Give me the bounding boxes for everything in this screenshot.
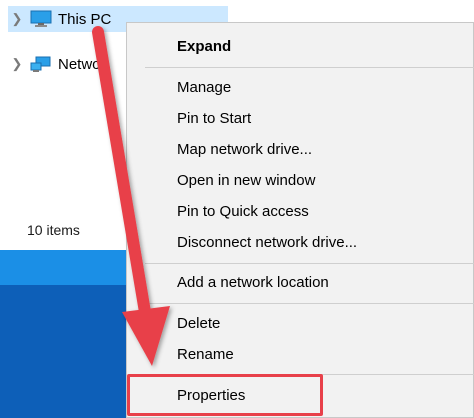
menu-item-expand[interactable]: Expand	[177, 38, 231, 55]
chevron-right-icon[interactable]: ❯	[8, 11, 26, 27]
desktop-background-shade	[0, 285, 140, 418]
menu-item-open-in-new-window[interactable]: Open in new window	[177, 172, 315, 189]
menu-separator	[145, 303, 474, 304]
computer-icon	[30, 10, 52, 27]
menu-item-map-network-drive[interactable]: Map network drive...	[177, 141, 312, 158]
nav-item-network[interactable]: ❯ Netwo	[8, 51, 101, 77]
menu-item-pin-to-start[interactable]: Pin to Start	[177, 110, 251, 127]
menu-item-add-network-location[interactable]: Add a network location	[177, 274, 329, 291]
nav-item-label: This PC	[58, 10, 112, 28]
menu-item-disconnect-network-drive[interactable]: Disconnect network drive...	[177, 234, 357, 251]
menu-separator	[145, 67, 474, 68]
menu-separator	[145, 263, 474, 264]
nav-item-label: Netwo	[58, 55, 101, 73]
status-item-count: 10 items	[27, 222, 80, 238]
menu-item-rename[interactable]: Rename	[177, 346, 234, 363]
properties-highlight-box	[127, 374, 323, 416]
context-menu: Expand Manage Pin to Start Map network d…	[126, 22, 474, 418]
menu-item-manage[interactable]: Manage	[177, 79, 231, 96]
network-icon	[30, 56, 51, 72]
menu-item-pin-to-quick-access[interactable]: Pin to Quick access	[177, 203, 309, 220]
chevron-right-icon[interactable]: ❯	[8, 56, 26, 72]
menu-item-delete[interactable]: Delete	[177, 315, 220, 332]
